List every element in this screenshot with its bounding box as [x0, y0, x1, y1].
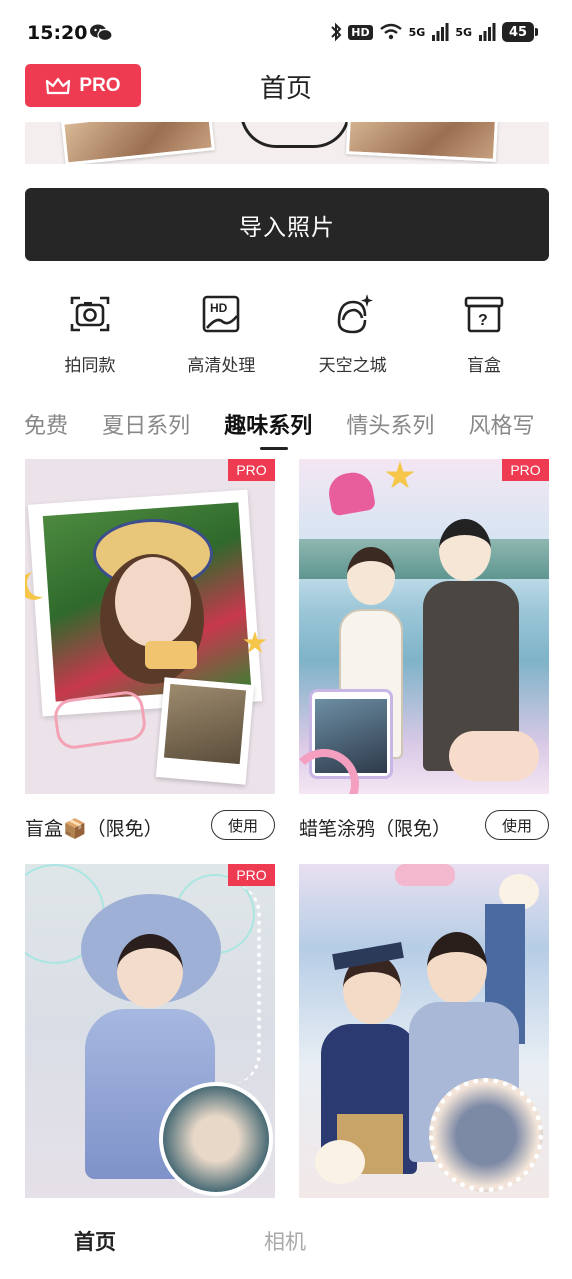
signal-5g-label-2: 5G	[455, 25, 472, 39]
tool-label: 拍同款	[64, 356, 116, 376]
character-face	[115, 557, 191, 647]
banner-photo-2	[345, 122, 499, 162]
tool-same-style[interactable]: 拍同款	[25, 292, 155, 382]
nav-home[interactable]: 首页	[74, 1226, 116, 1256]
use-button[interactable]: 使用	[211, 810, 275, 840]
template-card[interactable]: PRO 盲盒📦（限免） 使用	[25, 459, 275, 846]
pro-badge: PRO	[228, 864, 275, 886]
doll-face	[117, 934, 183, 1008]
city-skyline	[299, 539, 549, 579]
template-card[interactable]: PRO	[25, 864, 275, 1198]
portrait-circle	[159, 1082, 273, 1196]
svg-text:HD: HD	[210, 301, 228, 315]
crown-icon	[46, 77, 71, 94]
photo-circle	[429, 1078, 543, 1192]
hd-image-icon: HD	[203, 295, 240, 333]
hd-voice-icon: HD	[348, 24, 373, 40]
tool-label: 高清处理	[187, 356, 256, 376]
pro-button-label: PRO	[79, 74, 121, 96]
cake	[145, 641, 197, 669]
tab-couple[interactable]: 情头系列	[346, 408, 434, 440]
boy-head	[439, 519, 491, 581]
tool-hd-process[interactable]: HD 高清处理	[156, 292, 286, 382]
battery-icon: 45	[502, 22, 538, 42]
status-bar: 15:20 HD 5G 5G 45	[0, 0, 572, 64]
tab-summer[interactable]: 夏日系列	[102, 408, 190, 440]
banner-doodle	[240, 122, 350, 148]
template-card[interactable]	[299, 864, 549, 1198]
pearl-string	[221, 884, 261, 1084]
status-icons: HD 5G 5G 45	[330, 22, 538, 42]
template-thumbnail[interactable]	[299, 864, 549, 1198]
tool-label: 天空之城	[318, 356, 387, 376]
banner-photo	[61, 122, 215, 164]
pro-button[interactable]: PRO	[25, 64, 141, 107]
status-time: 15:20	[27, 22, 88, 44]
bluetooth-icon	[331, 22, 342, 42]
tool-mystery-box[interactable]: ? 盲盒	[419, 292, 549, 382]
pro-badge: PRO	[228, 459, 275, 481]
category-tabs: 免费 夏日系列 趣味系列 情头系列 风格写	[24, 408, 549, 450]
ribbon-sticker	[395, 864, 455, 886]
moon-sticker	[27, 569, 55, 597]
tool-row: 拍同款 HD 高清处理 天空之城 ? 盲盒	[25, 292, 549, 382]
nav-camera[interactable]: 相机	[264, 1226, 306, 1256]
template-thumbnail[interactable]: PRO	[25, 864, 275, 1198]
polaroid-photo	[163, 683, 247, 765]
svg-text:?: ?	[478, 312, 488, 329]
sparkle-face-icon	[337, 294, 373, 334]
camera-icon	[70, 296, 110, 332]
tool-sky-city[interactable]: 天空之城	[288, 292, 418, 382]
wifi-icon	[379, 23, 402, 40]
heart-sticker	[325, 469, 377, 517]
bunny-sticker-2	[315, 1140, 365, 1184]
tab-style[interactable]: 风格写	[468, 408, 534, 440]
star-sticker	[385, 461, 415, 489]
import-photo-button[interactable]: 导入照片	[25, 188, 549, 261]
template-card[interactable]: PRO 蜡笔涂鸦（限免） 使用	[299, 459, 549, 846]
heart-hands	[449, 731, 539, 781]
tab-free[interactable]: 免费	[24, 408, 68, 440]
girl-head	[347, 547, 395, 605]
card-footer: 蜡笔涂鸦（限免） 使用	[299, 794, 549, 846]
signal-icon-2	[479, 23, 496, 41]
mystery-box-icon: ?	[464, 296, 504, 333]
tab-fun[interactable]: 趣味系列	[224, 408, 312, 450]
boy-head	[427, 932, 487, 1004]
template-banner[interactable]	[25, 122, 549, 164]
use-button[interactable]: 使用	[485, 810, 549, 840]
signal-icon	[432, 23, 449, 41]
signal-5g-label: 5G	[408, 25, 426, 39]
template-thumbnail[interactable]: PRO	[299, 459, 549, 794]
template-name: 盲盒📦（限免）	[25, 818, 163, 840]
template-thumbnail[interactable]: PRO	[25, 459, 275, 794]
card-footer: 盲盒📦（限免） 使用	[25, 794, 275, 846]
bottom-nav: 首页 相机	[0, 1198, 572, 1279]
tool-label: 盲盒	[466, 356, 501, 376]
pro-badge: PRO	[502, 459, 549, 481]
template-name: 蜡笔涂鸦（限免）	[299, 818, 452, 840]
wechat-icon	[90, 24, 112, 42]
